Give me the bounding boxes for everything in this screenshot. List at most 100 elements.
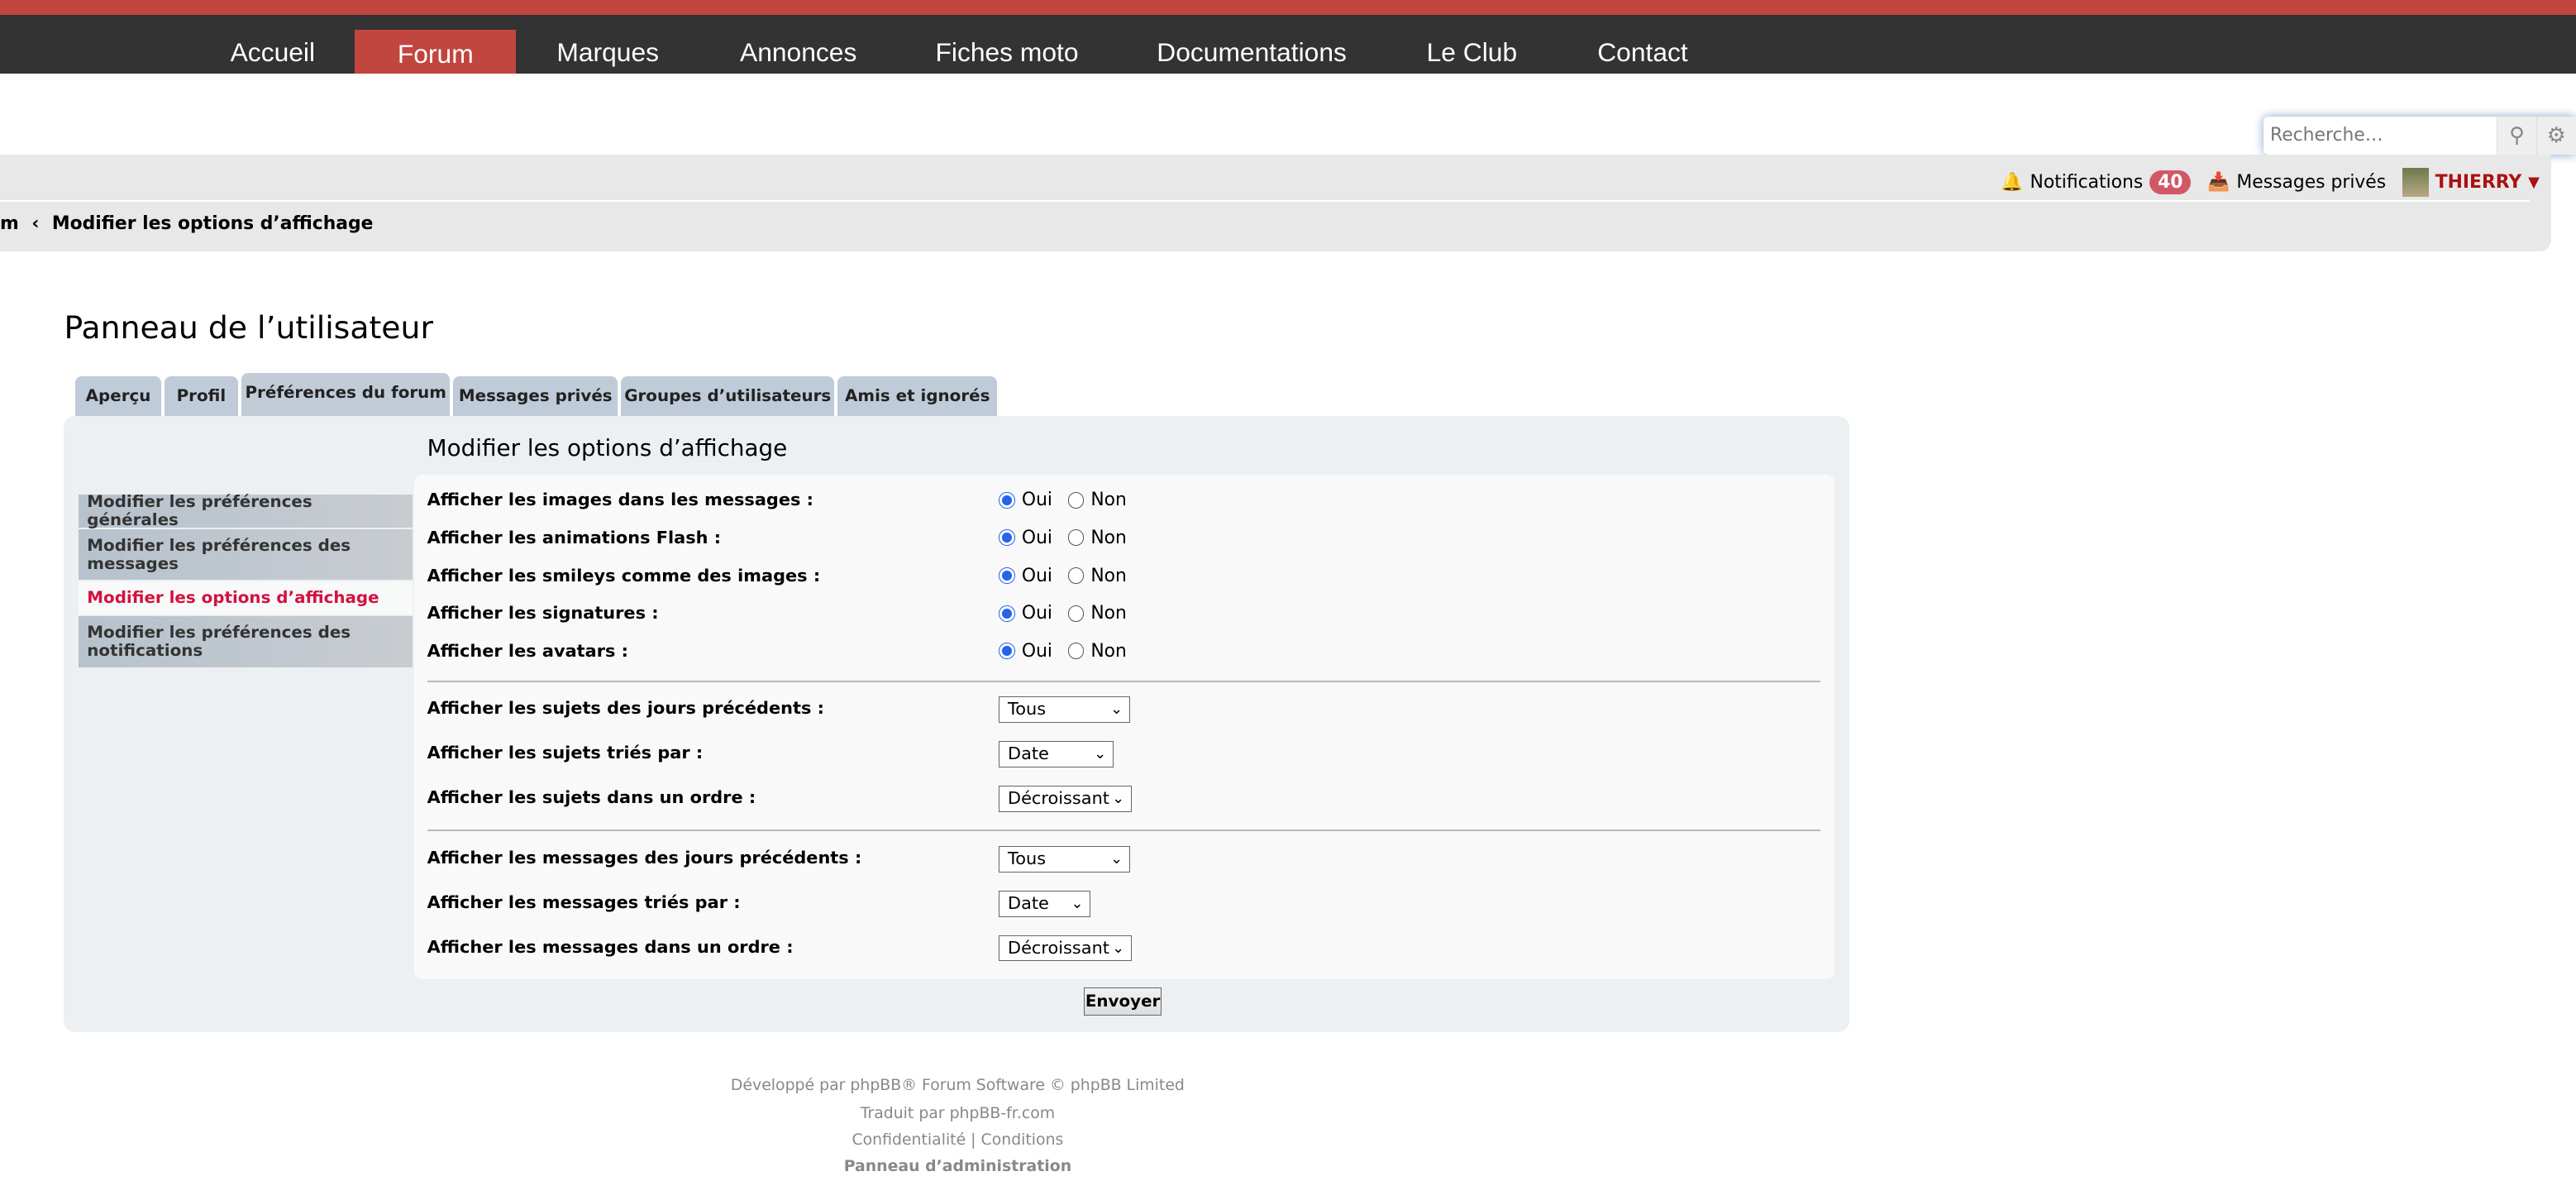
radio-button[interactable]	[1067, 643, 1085, 660]
tab-preferences[interactable]: Préférences du forum	[241, 373, 451, 418]
radio-oui[interactable]: Oui	[999, 528, 1052, 548]
terms-link[interactable]: Conditions	[981, 1131, 1064, 1149]
user-links: 🔔 Notifications 40 📥 Messages privés THI…	[2001, 167, 2540, 198]
section-title: Modifier les options d’affichage	[427, 433, 788, 461]
breadcrumb-current[interactable]: Modifier les options d’affichage	[52, 213, 374, 234]
option-select[interactable]: Décroissant ⌄	[999, 785, 1133, 812]
select-value: Tous	[1008, 699, 1047, 720]
bell-icon: 🔔	[2001, 172, 2024, 194]
messages-link[interactable]: Messages privés	[2236, 172, 2386, 193]
radio-button[interactable]	[1067, 567, 1085, 584]
tab-messages-prives[interactable]: Messages privés	[453, 376, 618, 416]
breadcrumb: m ‹ Modifier les options d’affichage	[0, 213, 374, 234]
radio-oui[interactable]: Oui	[999, 566, 1052, 586]
select-value: Tous	[1008, 849, 1047, 869]
divider	[427, 829, 1820, 832]
inbox-icon: 📥	[2207, 172, 2230, 194]
search-box: ⚲ ⚙	[2264, 117, 2576, 155]
radio-button[interactable]	[999, 643, 1015, 660]
radio-non[interactable]: Non	[1067, 603, 1127, 624]
top-accent-bar	[0, 0, 2576, 15]
footer-separator: |	[971, 1131, 976, 1150]
radio-label: Non	[1090, 565, 1127, 586]
tab-apercu[interactable]: Aperçu	[75, 376, 161, 416]
footer-links: Confidentialité | Conditions	[852, 1131, 1063, 1149]
option-select[interactable]: Date ⌄	[999, 890, 1091, 917]
nav-fiches-moto[interactable]: Fiches moto	[935, 15, 1078, 74]
radio-label: Non	[1090, 490, 1127, 511]
radio-label: Non	[1090, 527, 1127, 548]
menu-options-affichage[interactable]: Modifier les options d’affichage	[79, 581, 413, 615]
radio-button[interactable]	[999, 491, 1015, 509]
radio-non[interactable]: Non	[1067, 527, 1127, 548]
radio-button[interactable]	[1067, 491, 1085, 509]
option-label: Afficher les smileys comme des images :	[427, 565, 821, 586]
select-value: Date	[1008, 743, 1049, 764]
option-label: Afficher les sujets triés par :	[427, 743, 704, 763]
option-select[interactable]: Décroissant ⌄	[999, 935, 1133, 962]
tab-amis[interactable]: Amis et ignorés	[837, 376, 998, 416]
radio-non[interactable]: Non	[1067, 565, 1127, 586]
select-value: Date	[1008, 892, 1049, 913]
radio-label: Oui	[1021, 527, 1052, 548]
option-label: Afficher les messages des jours précéden…	[427, 848, 862, 868]
breadcrumb-separator: ‹	[31, 213, 40, 235]
nav-marques[interactable]: Marques	[556, 15, 659, 74]
divider	[427, 680, 1820, 682]
radio-button[interactable]	[1067, 605, 1085, 622]
radio-label: Oui	[1021, 565, 1052, 586]
option-select[interactable]: Tous ⌄	[999, 696, 1131, 724]
radio-button[interactable]	[999, 529, 1015, 547]
footer-translation: Traduit par phpBB-fr.com	[860, 1104, 1056, 1123]
footer-credit: Développé par phpBB® Forum Software © ph…	[730, 1076, 1185, 1095]
radio-label: Non	[1090, 640, 1127, 662]
radio-non[interactable]: Non	[1067, 640, 1127, 662]
search-icon[interactable]: ⚲	[2497, 117, 2536, 155]
radio-oui[interactable]: Oui	[999, 603, 1052, 624]
option-label: Afficher les messages dans un ordre :	[427, 936, 794, 957]
radio-label: Oui	[1021, 490, 1052, 511]
menu-preferences-messages[interactable]: Modifier les préférences des messages	[79, 528, 413, 581]
nav-contact[interactable]: Contact	[1597, 15, 1688, 74]
option-label: Afficher les images dans les messages :	[427, 490, 814, 510]
notifications-link[interactable]: Notifications	[2030, 172, 2144, 193]
option-label: Afficher les sujets dans un ordre :	[427, 786, 756, 807]
radio-label: Oui	[1021, 603, 1052, 624]
nav-accueil[interactable]: Accueil	[231, 15, 315, 74]
menu-preferences-generales[interactable]: Modifier les préférences générales	[79, 493, 413, 528]
tab-profil[interactable]: Profil	[164, 376, 239, 416]
option-label: Afficher les signatures :	[427, 603, 659, 624]
radio-oui[interactable]: Oui	[999, 641, 1052, 662]
page-title: Panneau de l’utilisateur	[64, 308, 433, 346]
menu-preferences-notifications[interactable]: Modifier les préférences des notificatio…	[79, 616, 413, 667]
avatar[interactable]	[2402, 167, 2429, 198]
radio-button[interactable]	[999, 567, 1015, 584]
nav-documentations[interactable]: Documentations	[1157, 15, 1347, 74]
radio-button[interactable]	[1067, 529, 1085, 547]
nav-le-club[interactable]: Le Club	[1427, 15, 1518, 74]
chevron-down-icon: ⌄	[1112, 789, 1125, 807]
chevron-down-icon: ⌄	[1094, 745, 1107, 763]
radio-oui[interactable]: Oui	[999, 490, 1052, 510]
option-select[interactable]: Tous ⌄	[999, 846, 1131, 873]
chevron-down-icon: ⌄	[1112, 939, 1125, 957]
radio-non[interactable]: Non	[1067, 490, 1127, 511]
nav-annonces[interactable]: Annonces	[740, 15, 856, 74]
select-value: Décroissant	[1008, 787, 1109, 808]
option-label: Afficher les sujets des jours précédents…	[427, 698, 824, 719]
tab-groupes[interactable]: Groupes d’utilisateurs	[621, 376, 835, 416]
radio-button[interactable]	[999, 605, 1015, 622]
gear-icon[interactable]: ⚙	[2535, 117, 2576, 155]
notifications-badge[interactable]: 40	[2149, 170, 2192, 195]
admin-panel-link[interactable]: Panneau d’administration	[844, 1157, 1071, 1175]
submit-button[interactable]: Envoyer	[1084, 987, 1162, 1016]
nav-forum[interactable]: Forum	[355, 29, 517, 74]
option-select[interactable]: Date ⌄	[999, 741, 1114, 767]
search-input[interactable]	[2264, 117, 2497, 155]
privacy-link[interactable]: Confidentialité	[852, 1131, 966, 1149]
main-nav: Accueil Forum Marques Annonces Fiches mo…	[0, 14, 2576, 74]
username-link[interactable]: THIERRY	[2435, 172, 2522, 193]
breadcrumb-forum[interactable]: m	[0, 213, 19, 234]
chevron-down-icon: ⌄	[1071, 894, 1084, 912]
caret-down-icon[interactable]: ▼	[2528, 174, 2540, 191]
